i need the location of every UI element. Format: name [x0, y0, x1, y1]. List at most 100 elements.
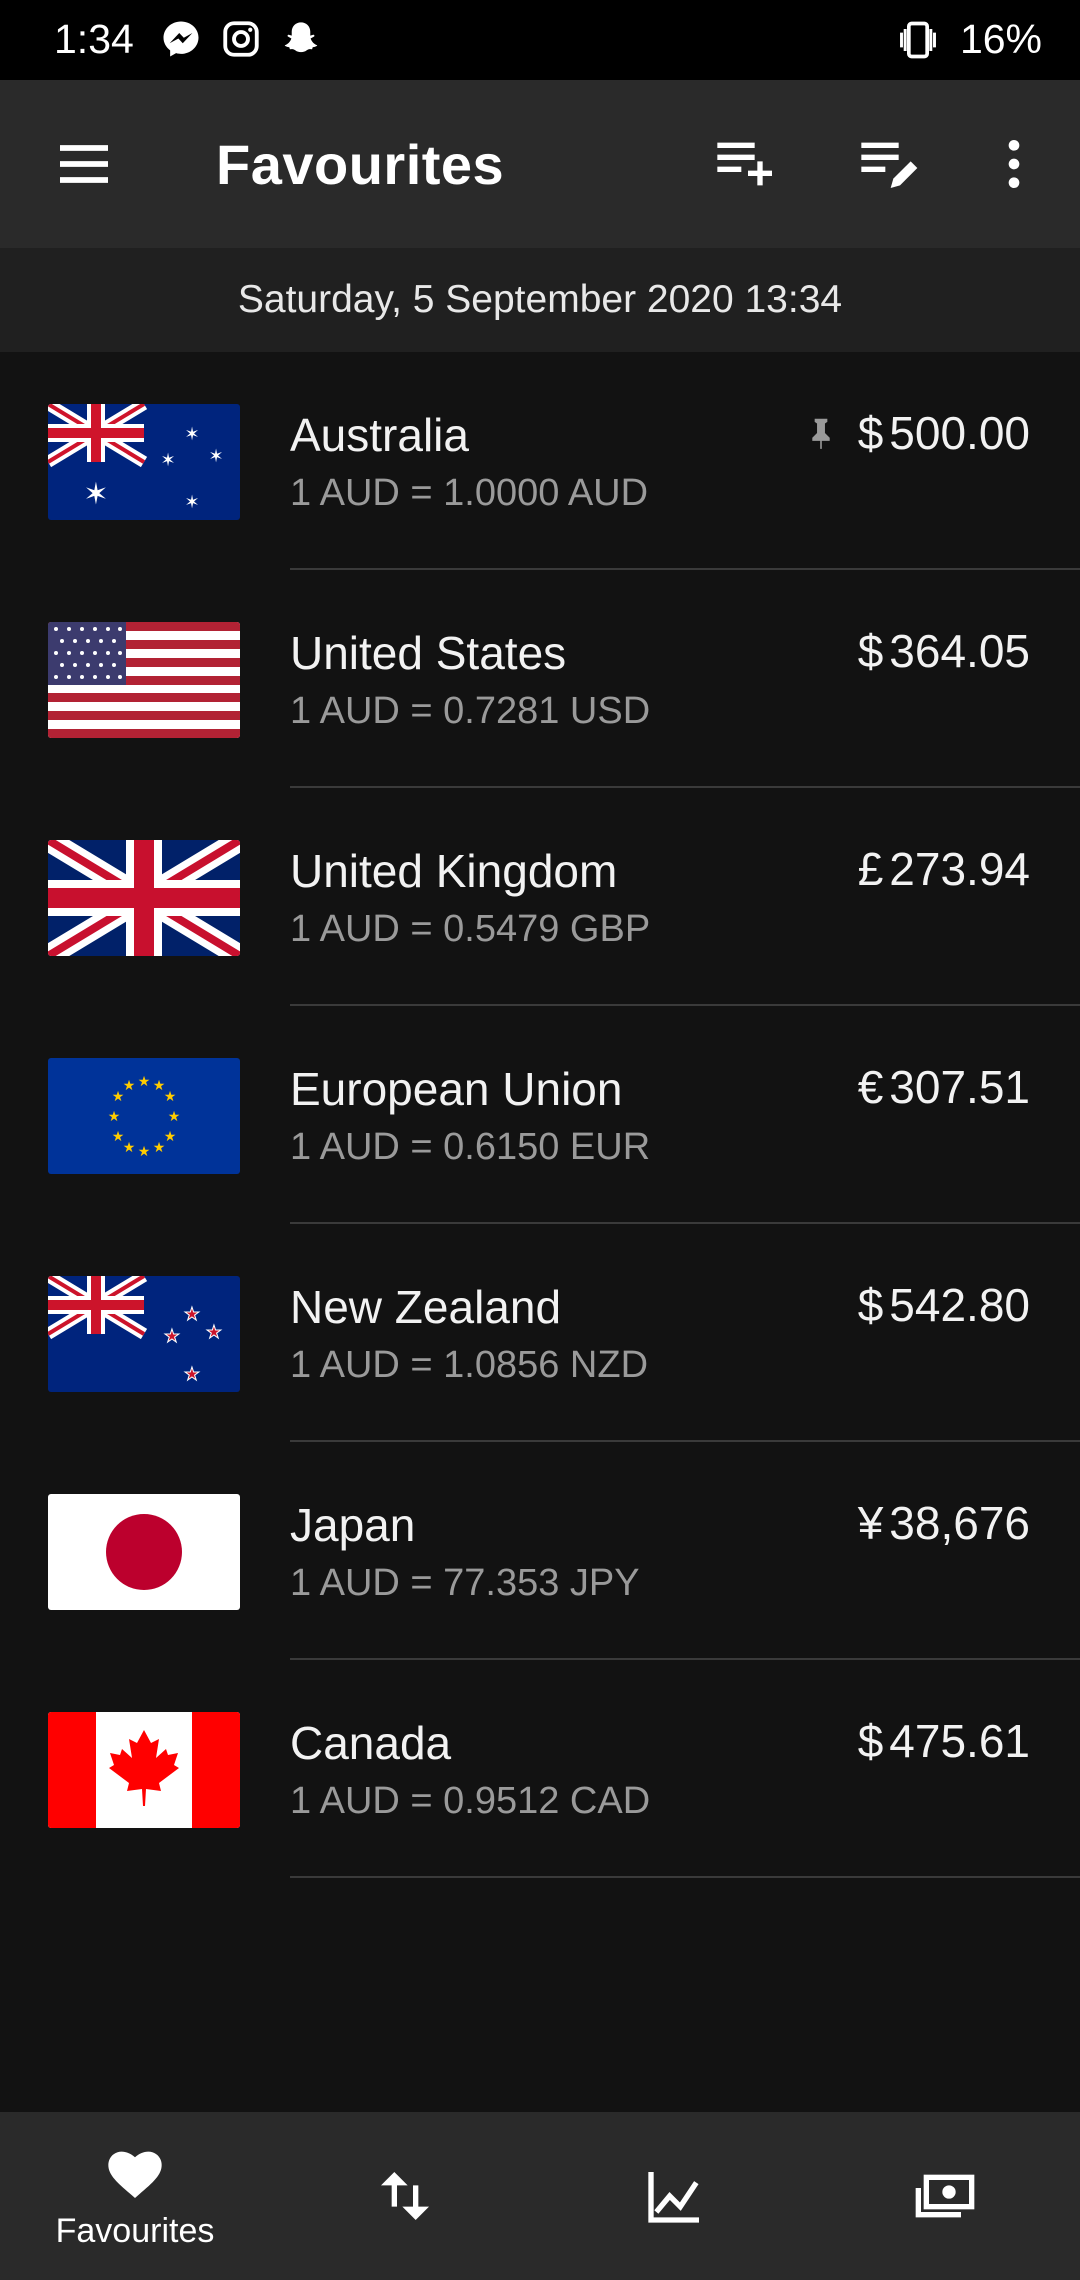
svg-text:✶: ✶	[160, 450, 175, 471]
currency-row-united-states[interactable]: United States 1 AUD = 0.7281 USD $ 364.0…	[0, 570, 1080, 788]
row-divider	[290, 1876, 1080, 1878]
exchange-rate: 1 AUD = 0.6150 EUR	[290, 1126, 651, 1168]
nav-money[interactable]	[810, 2112, 1080, 2280]
overflow-menu-button[interactable]	[972, 122, 1056, 206]
united-states-flag-icon	[48, 622, 240, 738]
snapchat-icon	[284, 22, 318, 53]
currency-row-european-union[interactable]: ★ ★ ★ ★ ★ ★ ★ ★ ★ ★ ★ ★ European Union 1 AUD = 0…	[0, 1006, 1080, 1224]
currency-symbol: $	[857, 1715, 884, 1767]
converted-amount: $ 364.05	[858, 624, 1030, 678]
menu-button[interactable]	[42, 122, 126, 206]
exchange-rate: 1 AUD = 0.5479 GBP	[290, 908, 651, 950]
svg-text:★: ★	[108, 1109, 121, 1125]
battery-level: 16%	[959, 16, 1042, 62]
line-chart-icon	[648, 2172, 699, 2223]
svg-text:✶: ✶	[208, 446, 223, 467]
country-name: Canada	[290, 1717, 452, 1769]
page-title: Favourites	[216, 133, 505, 196]
exchange-rate: 1 AUD = 1.0856 NZD	[290, 1344, 649, 1386]
svg-text:★: ★	[123, 1078, 136, 1094]
amount-value: 364.05	[889, 625, 1030, 677]
currency-list: ✶ ✶ ✶ ✶ ✶ Australia 1 AUD = 1.0000 AUD $…	[0, 352, 1080, 1878]
nav-convert[interactable]	[270, 2112, 540, 2280]
status-time: 1:34	[54, 16, 134, 62]
pin-icon	[811, 418, 830, 449]
currency-row-japan[interactable]: Japan 1 AUD = 77.353 JPY ¥ 38,676	[0, 1442, 1080, 1660]
banknote-icon	[915, 2174, 975, 2218]
country-name: United Kingdom	[290, 845, 618, 897]
svg-text:★: ★	[138, 1144, 151, 1160]
currency-row-new-zealand[interactable]: ★ ★ ★ ★ New Zealand 1 AUD = 1.0856 NZD $ 54…	[0, 1224, 1080, 1442]
svg-text:★: ★	[184, 1304, 200, 1325]
svg-text:★: ★	[123, 1140, 136, 1156]
svg-text:★: ★	[164, 1326, 180, 1347]
amount-value: 273.94	[889, 843, 1030, 895]
amount-value: 542.80	[889, 1279, 1030, 1331]
nav-favourites[interactable]: Favourites	[0, 2112, 270, 2280]
swap-vertical-icon	[381, 2172, 429, 2220]
svg-text:★: ★	[138, 1074, 151, 1090]
converted-amount: ¥ 38,676	[858, 1496, 1030, 1550]
bottom-navigation: Favourites	[0, 2112, 1080, 2280]
more-vert-icon	[1008, 140, 1020, 188]
edit-list-icon	[861, 142, 918, 188]
nav-favourites-label: Favourites	[55, 2211, 215, 2250]
playlist-add-icon	[717, 142, 772, 186]
converted-amount: $ 542.80	[858, 1278, 1030, 1332]
notification-icons	[160, 18, 322, 60]
currency-symbol: $	[857, 625, 884, 677]
currency-symbol: $	[857, 1279, 884, 1331]
currency-symbol: $	[857, 407, 884, 459]
country-name: New Zealand	[290, 1281, 562, 1333]
country-name: European Union	[290, 1063, 623, 1115]
canada-flag-icon	[48, 1712, 240, 1828]
instagram-icon	[223, 21, 259, 57]
converted-amount: $ 500.00	[802, 406, 1030, 460]
heart-icon	[108, 2151, 162, 2198]
exchange-rate: 1 AUD = 77.353 JPY	[290, 1562, 640, 1604]
united-kingdom-flag-icon	[48, 840, 240, 956]
converted-amount: £ 273.94	[858, 842, 1030, 896]
date-bar: Saturday, 5 September 2020 13:34	[0, 248, 1080, 352]
nav-charts[interactable]	[540, 2112, 810, 2280]
svg-text:★: ★	[164, 1089, 177, 1105]
amount-value: 475.61	[889, 1715, 1030, 1767]
svg-text:★: ★	[184, 1364, 200, 1385]
add-currency-button[interactable]	[702, 122, 786, 206]
converted-amount: € 307.51	[858, 1060, 1030, 1114]
svg-text:★: ★	[153, 1140, 166, 1156]
svg-text:★: ★	[112, 1129, 125, 1145]
status-right: 16%	[896, 16, 1042, 63]
messenger-icon	[163, 21, 199, 57]
svg-text:✶: ✶	[184, 424, 199, 445]
country-name: Japan	[290, 1499, 416, 1551]
edit-list-button[interactable]	[846, 122, 930, 206]
japan-flag-icon	[48, 1494, 240, 1610]
australia-flag-icon: ✶ ✶ ✶ ✶ ✶	[48, 404, 240, 520]
currency-symbol: ¥	[857, 1497, 884, 1549]
exchange-rate: 1 AUD = 0.9512 CAD	[290, 1780, 651, 1822]
amount-value: 307.51	[889, 1061, 1030, 1113]
app-toolbar: Favourites	[0, 80, 1080, 248]
amount-value: 500.00	[889, 407, 1030, 459]
svg-text:✶: ✶	[83, 477, 108, 512]
status-bar: 1:34 16%	[0, 0, 1080, 80]
exchange-rate: 1 AUD = 0.7281 USD	[290, 690, 651, 732]
exchange-rate: 1 AUD = 1.0000 AUD	[290, 472, 649, 514]
currency-symbol: €	[857, 1061, 884, 1113]
amount-value: 38,676	[889, 1497, 1030, 1549]
currency-row-united-kingdom[interactable]: United Kingdom 1 AUD = 0.5479 GBP £ 273.…	[0, 788, 1080, 1006]
svg-text:★: ★	[206, 1322, 222, 1343]
converted-amount: $ 475.61	[858, 1714, 1030, 1768]
country-name: United States	[290, 627, 567, 679]
currency-row-australia[interactable]: ✶ ✶ ✶ ✶ ✶ Australia 1 AUD = 1.0000 AUD $…	[0, 352, 1080, 570]
new-zealand-flag-icon: ★ ★ ★ ★	[48, 1276, 240, 1392]
hamburger-menu-icon	[60, 145, 108, 183]
european-union-flag-icon: ★ ★ ★ ★ ★ ★ ★ ★ ★ ★ ★ ★	[48, 1058, 240, 1174]
country-name: Australia	[290, 409, 469, 461]
svg-text:★: ★	[168, 1109, 181, 1125]
vibrate-icon	[899, 21, 936, 58]
currency-row-canada[interactable]: Canada 1 AUD = 0.9512 CAD $ 475.61	[0, 1660, 1080, 1878]
svg-text:★: ★	[164, 1129, 177, 1145]
currency-symbol: £	[857, 843, 884, 895]
